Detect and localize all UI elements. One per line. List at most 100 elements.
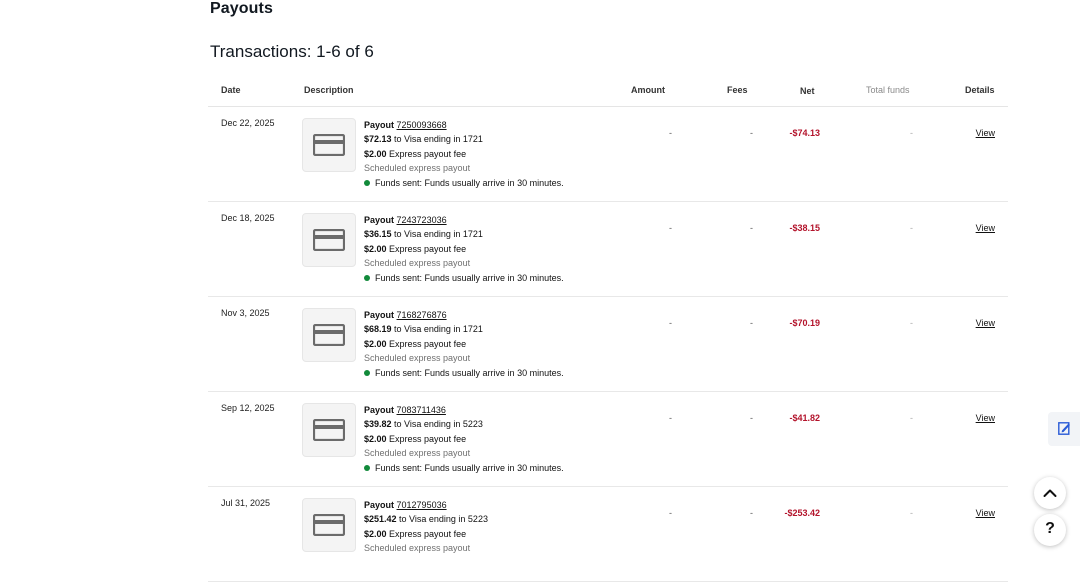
help-icon: ?: [1045, 520, 1055, 537]
row-net: -$38.15: [789, 223, 820, 233]
row-date: Sep 12, 2025: [221, 403, 275, 413]
row-fees: -: [750, 508, 753, 518]
table-row: Nov 3, 2025 Payout 7168276876 $68.19 to …: [208, 297, 1008, 392]
row-amount: -: [669, 318, 672, 328]
header-fees: Fees: [727, 85, 748, 95]
payout-amount: $72.13: [364, 134, 392, 145]
row-total-funds: -: [910, 318, 913, 328]
row-total-funds: -: [910, 223, 913, 233]
row-total-funds: -: [910, 508, 913, 518]
payout-status: Funds sent: Funds usually arrive in 30 m…: [375, 462, 564, 473]
scroll-to-top-button[interactable]: [1034, 477, 1066, 509]
table-row: Jul 31, 2025 Payout 7012795036 $251.42 t…: [208, 487, 1008, 582]
payout-type: Scheduled express payout: [364, 448, 471, 459]
view-details-link[interactable]: View: [976, 413, 995, 423]
fee-label: Express payout fee: [386, 338, 467, 349]
view-details-link[interactable]: View: [976, 128, 995, 138]
card-thumbnail: [302, 118, 356, 172]
credit-card-icon: [313, 419, 345, 441]
transactions-count: Transactions: 1-6 of 6: [210, 42, 374, 61]
fee-amount: $2.00: [364, 433, 387, 444]
header-details: Details: [965, 85, 995, 95]
payout-amount: $251.42: [364, 514, 397, 525]
row-total-funds: -: [910, 128, 913, 138]
credit-card-icon: [313, 324, 345, 346]
credit-card-icon: [313, 229, 345, 251]
header-description: Description: [304, 85, 354, 95]
fee-label: Express payout fee: [386, 243, 467, 254]
view-details-link[interactable]: View: [976, 508, 995, 518]
credit-card-icon: [313, 134, 345, 156]
payout-label: Payout: [364, 215, 395, 225]
payout-label: Payout: [364, 405, 395, 415]
payout-amount: $68.19: [364, 324, 392, 335]
status-dot-icon: [364, 464, 370, 471]
table-row: Sep 12, 2025 Payout 7083711436 $39.82 to…: [208, 392, 1008, 487]
fee-amount: $2.00: [364, 338, 387, 349]
payout-status: Funds sent: Funds usually arrive in 30 m…: [375, 272, 564, 283]
header-total-funds: Total funds: [866, 85, 910, 95]
row-description: Payout 7012795036 $251.42 to Visa ending…: [364, 498, 488, 556]
row-amount: -: [669, 128, 672, 138]
payout-type: Scheduled express payout: [364, 258, 471, 269]
payout-destination: to Visa ending in 1721: [391, 134, 483, 145]
row-date: Dec 22, 2025: [221, 118, 275, 128]
payout-id-link[interactable]: 7250093668: [397, 120, 447, 130]
row-description: Payout 7168276876 $68.19 to Visa ending …: [364, 308, 564, 380]
row-date: Jul 31, 2025: [221, 498, 271, 508]
transactions-table: Date Description Amount Fees Net Total f…: [208, 78, 1008, 582]
header-net: Net: [800, 86, 815, 96]
payout-type: Scheduled express payout: [364, 543, 471, 554]
payout-destination: to Visa ending in 1721: [391, 324, 483, 335]
payout-id-link[interactable]: 7168276876: [397, 310, 447, 320]
card-thumbnail: [302, 403, 356, 457]
row-net: -$253.42: [784, 508, 820, 518]
view-details-link[interactable]: View: [976, 318, 995, 328]
credit-card-icon: [313, 514, 345, 536]
payout-label: Payout: [364, 500, 395, 510]
fee-amount: $2.00: [364, 148, 387, 159]
fee-amount: $2.00: [364, 528, 387, 539]
status-dot-icon: [364, 179, 370, 186]
payout-label: Payout: [364, 120, 395, 130]
payout-id-link[interactable]: 7243723036: [397, 215, 447, 225]
payout-destination: to Visa ending in 5223: [396, 514, 488, 525]
payout-id-link[interactable]: 7012795036: [397, 500, 447, 510]
row-date: Nov 3, 2025: [221, 308, 270, 318]
card-thumbnail: [302, 213, 356, 267]
status-dot-icon: [364, 369, 370, 376]
row-date: Dec 18, 2025: [221, 213, 275, 223]
row-net: -$70.19: [789, 318, 820, 328]
fee-label: Express payout fee: [386, 148, 467, 159]
row-description: Payout 7250093668 $72.13 to Visa ending …: [364, 118, 564, 190]
row-fees: -: [750, 413, 753, 423]
payout-destination: to Visa ending in 1721: [391, 229, 483, 240]
row-amount: -: [669, 223, 672, 233]
payout-type: Scheduled express payout: [364, 163, 471, 174]
row-fees: -: [750, 223, 753, 233]
row-net: -$41.82: [789, 413, 820, 423]
view-details-link[interactable]: View: [976, 223, 995, 233]
chevron-up-icon: [1043, 489, 1057, 497]
header-date: Date: [221, 85, 241, 95]
card-thumbnail: [302, 498, 356, 552]
payout-amount: $36.15: [364, 229, 392, 240]
header-amount: Amount: [631, 85, 665, 95]
row-amount: -: [669, 508, 672, 518]
table-row: Dec 18, 2025 Payout 7243723036 $36.15 to…: [208, 202, 1008, 297]
help-button[interactable]: ?: [1034, 514, 1066, 546]
payout-id-link[interactable]: 7083711436: [397, 405, 446, 415]
row-description: Payout 7243723036 $36.15 to Visa ending …: [364, 213, 564, 285]
status-dot-icon: [364, 274, 370, 281]
row-fees: -: [750, 318, 753, 328]
payout-status: Funds sent: Funds usually arrive in 30 m…: [375, 367, 564, 378]
row-fees: -: [750, 128, 753, 138]
edit-icon: [1058, 422, 1070, 435]
row-total-funds: -: [910, 413, 913, 423]
payout-destination: to Visa ending in 5223: [391, 419, 483, 430]
feedback-button[interactable]: [1048, 412, 1080, 446]
payout-label: Payout: [364, 310, 395, 320]
row-amount: -: [669, 413, 672, 423]
table-header: Date Description Amount Fees Net Total f…: [208, 78, 1008, 107]
fee-label: Express payout fee: [386, 528, 467, 539]
